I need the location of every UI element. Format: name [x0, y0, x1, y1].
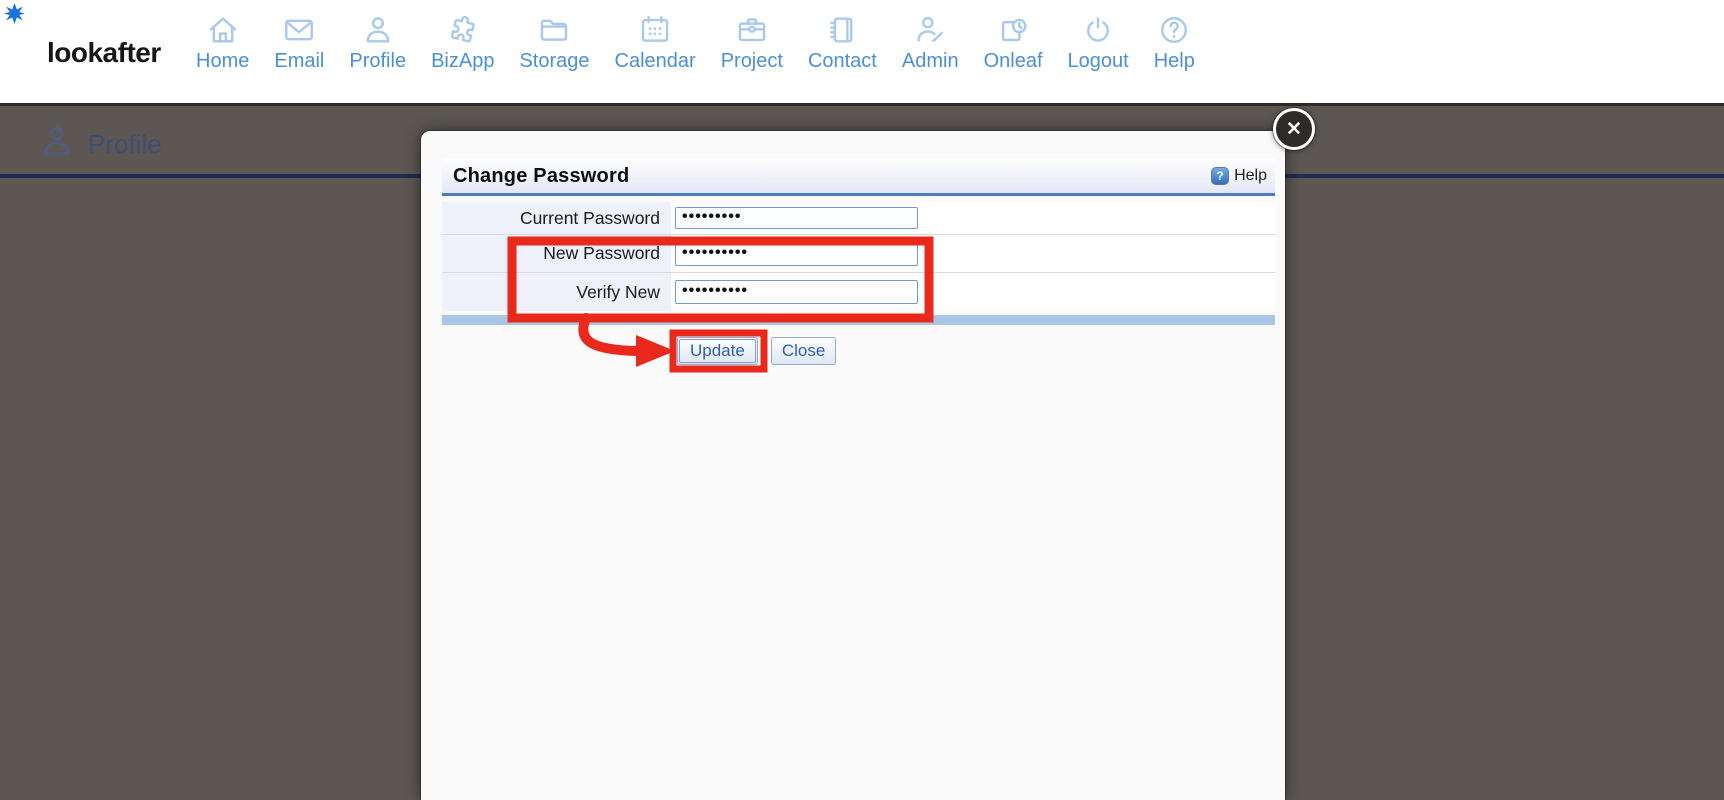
page-title: Profile	[88, 129, 162, 160]
nav-label: Logout	[1068, 50, 1129, 73]
nav-item-logout[interactable]: Logout	[1068, 13, 1129, 73]
admin-user-pen-icon	[913, 13, 947, 47]
form-row-new-password: New Password	[442, 235, 1275, 273]
puzzle-icon	[446, 13, 480, 47]
change-password-dialog: Change Password ? Help Current Password …	[421, 131, 1285, 800]
folder-icon	[537, 13, 571, 47]
verify-new-label: Verify New	[442, 273, 671, 311]
nav-label: Email	[274, 50, 324, 73]
help-badge-icon: ?	[1211, 167, 1229, 185]
home-icon	[206, 13, 240, 47]
current-password-input[interactable]	[675, 207, 918, 229]
dialog-header: Change Password ? Help	[442, 158, 1275, 196]
close-x-icon: ✕	[1286, 118, 1302, 141]
document-clock-icon	[996, 13, 1030, 47]
nav-label: Contact	[808, 50, 877, 73]
new-password-label: New Password	[442, 235, 671, 272]
nav-item-onleaf[interactable]: Onleaf	[984, 13, 1043, 73]
profile-icon	[361, 13, 395, 47]
verify-new-input[interactable]	[675, 280, 918, 304]
nav-menu: Home Email Profile BizApp	[196, 13, 1195, 73]
nav-item-storage[interactable]: Storage	[519, 13, 589, 73]
update-button-label: Update	[679, 339, 756, 363]
form-row-verify-new: Verify New	[442, 273, 1275, 311]
nav-label: Storage	[519, 50, 589, 73]
nav-label: Home	[196, 50, 249, 73]
nav-item-email[interactable]: Email	[274, 13, 324, 73]
power-icon	[1081, 13, 1115, 47]
form-bottom-bar	[442, 315, 1275, 325]
nav-item-calendar[interactable]: Calendar	[615, 13, 696, 73]
nav-label: Profile	[349, 50, 406, 73]
app-logo: lookafter	[47, 37, 161, 69]
spark-icon	[4, 3, 25, 24]
nav-item-contact[interactable]: Contact	[808, 13, 877, 73]
password-form: Current Password New Password Verify New	[442, 202, 1275, 311]
nav-label: BizApp	[431, 50, 494, 73]
briefcase-icon	[735, 13, 769, 47]
email-icon	[282, 13, 316, 47]
nav-label: Project	[721, 50, 783, 73]
close-button-label: Close	[772, 338, 835, 364]
nav-item-bizapp[interactable]: BizApp	[431, 13, 494, 73]
dialog-title: Change Password	[453, 158, 629, 194]
help-label: Help	[1234, 167, 1267, 185]
nav-item-admin[interactable]: Admin	[902, 13, 959, 73]
update-button[interactable]: Update	[677, 337, 758, 365]
calendar-icon	[638, 13, 672, 47]
nav-label: Admin	[902, 50, 959, 73]
form-row-current-password: Current Password	[442, 202, 1275, 235]
help-circle-icon	[1157, 13, 1191, 47]
nav-label: Calendar	[615, 50, 696, 73]
new-password-input[interactable]	[675, 242, 918, 266]
nav-item-home[interactable]: Home	[196, 13, 249, 73]
nav-label: Onleaf	[984, 50, 1043, 73]
nav-item-profile[interactable]: Profile	[349, 13, 406, 73]
current-password-label: Current Password	[442, 202, 671, 234]
nav-label: Help	[1154, 50, 1195, 73]
dialog-actions: Update Close	[677, 337, 836, 365]
dialog-close-x-button[interactable]: ✕	[1273, 108, 1315, 150]
nav-item-help[interactable]: Help	[1154, 13, 1195, 73]
close-button[interactable]: Close	[771, 337, 836, 365]
dialog-help-link[interactable]: ? Help	[1211, 158, 1267, 194]
top-navigation-bar: lookafter Home Email Profile	[0, 0, 1724, 103]
profile-section-icon	[38, 122, 76, 160]
address-book-icon	[825, 13, 859, 47]
nav-item-project[interactable]: Project	[721, 13, 783, 73]
screen: lookafter Home Email Profile	[0, 0, 1724, 800]
